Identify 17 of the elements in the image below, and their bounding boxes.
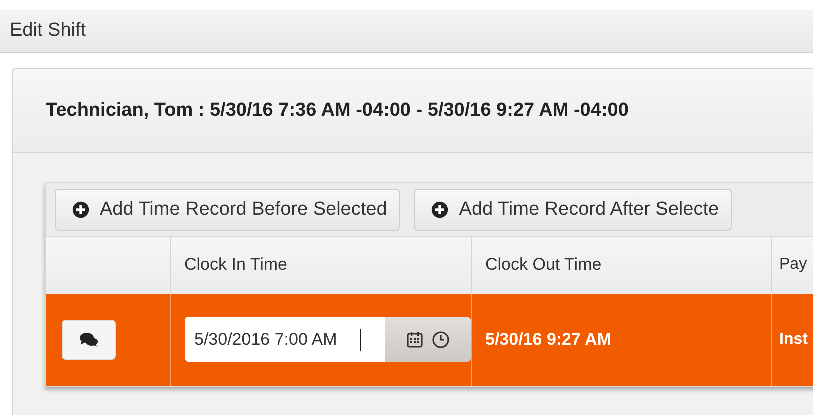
- add-record-button[interactable]: Add Time Record After Selecte: [414, 188, 732, 230]
- add-record-button[interactable]: Add Time Record Before Selected: [55, 188, 400, 230]
- table-row[interactable]: 5/30/2016 7:00 AM 5/30/16 9:27 AM Inst: [46, 294, 813, 386]
- column-header-text: Pay: [780, 256, 808, 274]
- column-header-text: Clock Out Time: [486, 255, 602, 274]
- panel-title: Technician, Tom : 5/30/16 7:36 AM -04:00 - 5/30/16 9:27 AM -04:00: [46, 100, 629, 122]
- window-title: Edit Shift: [10, 20, 86, 42]
- comment-button[interactable]: [62, 320, 116, 360]
- table-cell: 5/30/16 9:27 AM: [486, 330, 612, 348]
- comments-icon: [79, 332, 99, 348]
- clock-icon: [432, 330, 450, 348]
- table-cell: Inst: [780, 330, 808, 348]
- datetime-field[interactable]: 5/30/2016 7:00 AM: [184, 317, 470, 362]
- calendar-icon: [406, 330, 424, 348]
- plus-circle-icon: [72, 200, 90, 218]
- plus-circle-icon: [431, 200, 450, 218]
- column-header-text: Clock In Time: [184, 255, 288, 274]
